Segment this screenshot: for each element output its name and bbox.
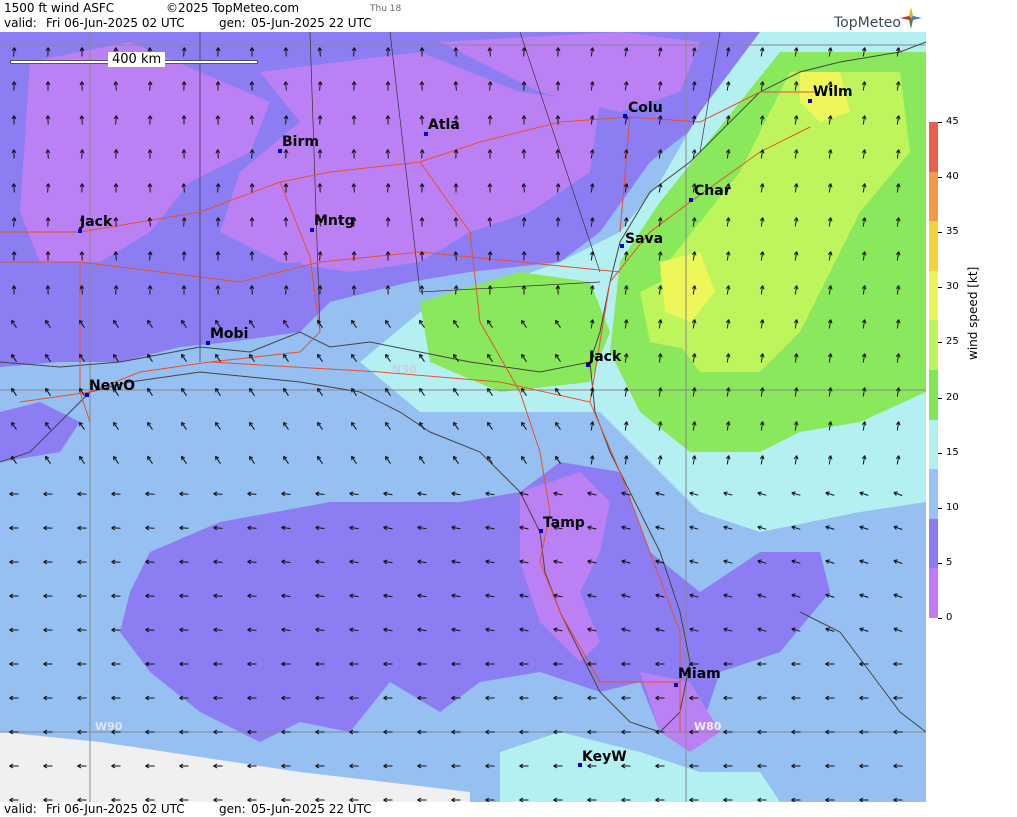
wind-map[interactable]: 400 km N30 W90 W80 Jack Birm Atla Colu W…: [0, 32, 926, 802]
legend-tick-label: 0: [946, 612, 953, 623]
city-dot-char: [689, 198, 693, 202]
legend-tick-mark: [938, 618, 942, 619]
valid-time: Fri 06-Jun-2025 02 UTC: [46, 16, 185, 30]
footer-valid-label: valid:: [4, 802, 37, 816]
legend-tick-label: 30: [946, 281, 959, 293]
colorbar-segment: [929, 320, 938, 371]
city-dot-colu: [623, 114, 627, 118]
copyright: ©2025 TopMeteo.com: [166, 1, 300, 15]
footer-gen-time: 05-Jun-2025 22 UTC: [251, 802, 372, 816]
city-jack-ms: Jack: [80, 214, 113, 230]
scale-label: 400 km: [108, 52, 166, 67]
city-birm: Birm: [282, 134, 319, 150]
colorbar-segment: [929, 171, 938, 222]
city-tamp: Tamp: [543, 515, 585, 531]
wind-field: [0, 32, 926, 802]
colorbar-segment: [929, 221, 938, 272]
city-char: Char: [694, 183, 731, 199]
scale-bar: 400 km: [10, 52, 258, 68]
lat-label-n30: N30: [392, 363, 417, 376]
city-colu: Colu: [628, 100, 663, 116]
day-label: Thu 18: [370, 4, 402, 14]
footer-valid-time: Fri 06-Jun-2025 02 UTC: [46, 802, 185, 816]
legend-tick-mark: [938, 177, 942, 179]
legend-tick-label: 15: [946, 446, 959, 458]
city-mobi: Mobi: [210, 326, 249, 342]
logo-text: TopMeteo: [834, 15, 901, 31]
legend-tick-label: 10: [946, 501, 959, 513]
lon-label-w90: W90: [95, 720, 123, 733]
colorbar-segment: [929, 469, 938, 520]
legend-tick-label: 5: [946, 556, 953, 568]
city-dot-sava: [620, 244, 624, 248]
city-dot-wilm: [808, 99, 812, 103]
map-footer: valid: Fri 06-Jun-2025 02 UTC gen: 05-Ju…: [0, 802, 926, 817]
lon-label-w80: W80: [694, 720, 722, 733]
city-newo: NewO: [89, 378, 136, 394]
legend-tick-label: 20: [946, 391, 959, 403]
gen-label: gen:: [219, 16, 246, 30]
legend-tick-mark: [938, 452, 942, 454]
city-atla: Atla: [428, 117, 460, 133]
city-mntg: Mntg: [314, 213, 355, 229]
legend-tick-mark: [938, 342, 942, 344]
legend-tick-label: 45: [946, 116, 959, 127]
legend-tick-label: 35: [946, 226, 959, 238]
city-jack-fl: Jack: [589, 349, 622, 365]
city-dot-miam: [674, 683, 678, 687]
topmeteo-logo[interactable]: TopMeteo: [832, 7, 922, 31]
colorbar-segment: [929, 419, 938, 470]
footer-gen-label: gen:: [219, 802, 246, 816]
city-keyw: KeyW: [582, 749, 627, 765]
map-header: 1500 ft wind ASFC ©2025 TopMeteo.com Thu…: [0, 0, 926, 32]
legend-tick-mark: [938, 507, 942, 509]
colorbar: [929, 122, 938, 619]
valid-label: valid:: [4, 16, 37, 30]
legend-tick-mark: [938, 562, 942, 564]
legend-tick-label: 25: [946, 336, 959, 348]
colorbar-segment: [929, 270, 938, 321]
legend-tick-mark: [938, 287, 942, 289]
legend-tick-mark: [938, 232, 942, 234]
city-sava: Sava: [625, 231, 664, 247]
gen-time: 05-Jun-2025 22 UTC: [251, 16, 372, 30]
color-legend: 45 40 35 30 25 20 15 10 5 0 wind speed [kt]: [926, 0, 1017, 817]
colorbar-segment: [929, 370, 938, 421]
legend-units: wind speed [kt]: [966, 266, 980, 360]
product-title: 1500 ft wind ASFC: [4, 1, 115, 15]
legend-tick-mark: [938, 397, 942, 399]
legend-tick-mark: [938, 122, 942, 123]
compass-star-icon: [900, 7, 922, 29]
colorbar-segment: [929, 518, 938, 569]
colorbar-segment: [929, 568, 938, 619]
legend-tick-label: 40: [946, 171, 959, 183]
city-miam: Miam: [678, 666, 721, 682]
colorbar-segment: [929, 122, 938, 173]
city-wilm: Wilm: [813, 84, 853, 100]
